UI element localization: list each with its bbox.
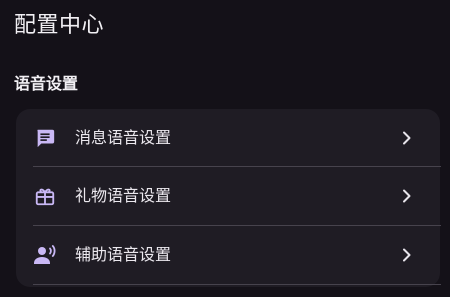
assist-voice-settings-label: 辅助语音设置 (75, 245, 172, 264)
chevron-right-icon (399, 130, 415, 146)
gift-voice-settings-label: 礼物语音设置 (75, 186, 172, 205)
chevron-right-icon (399, 247, 415, 263)
gift-icon (33, 184, 57, 208)
message-voice-settings-label: 消息语音设置 (75, 128, 172, 147)
gift-voice-settings-item[interactable]: 礼物语音设置 (16, 167, 440, 225)
divider (33, 284, 441, 285)
message-voice-settings-item[interactable]: 消息语音设置 (16, 109, 440, 167)
settings-card: 消息语音设置 礼物语音设置 辅助语音设置 (16, 109, 441, 287)
message-icon (33, 126, 57, 150)
page-title: 配置中心 (14, 13, 105, 38)
section-title: 语音设置 (14, 74, 79, 93)
assist-voice-settings-item[interactable]: 辅助语音设置 (16, 226, 440, 284)
voice-user-icon (33, 243, 57, 267)
chevron-right-icon (399, 188, 415, 204)
